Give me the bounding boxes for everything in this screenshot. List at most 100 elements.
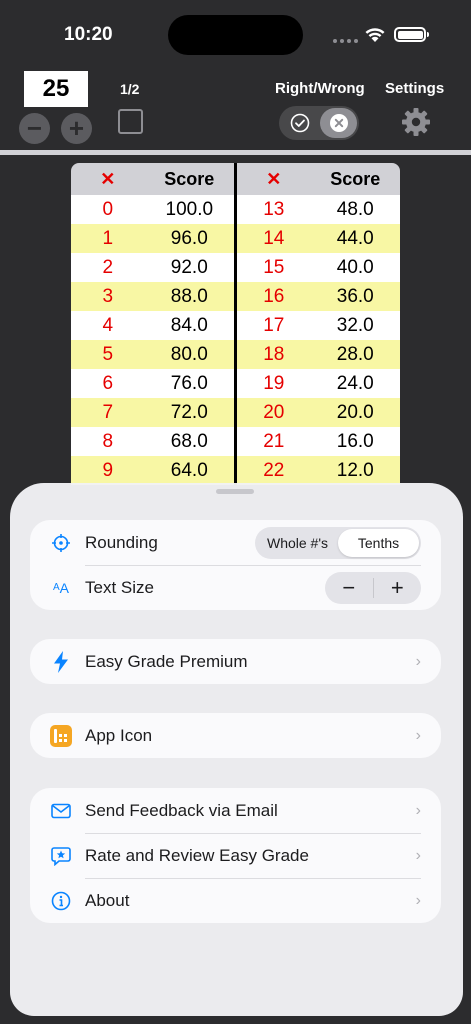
table-row: 4 84.0 17 32.0 bbox=[71, 311, 400, 340]
sheet-grabber[interactable] bbox=[216, 489, 254, 494]
score-cell: 20.0 bbox=[336, 401, 374, 423]
wrong-count-cell: 2 bbox=[102, 256, 114, 278]
premium-row[interactable]: Easy Grade Premium › bbox=[30, 639, 441, 684]
text-size-stepper[interactable]: − + bbox=[325, 571, 422, 604]
table-row: 3 88.0 16 36.0 bbox=[71, 282, 400, 311]
chevron-right-icon: › bbox=[415, 652, 421, 670]
settings-label: Settings bbox=[385, 80, 445, 97]
score-cell: 16.0 bbox=[336, 430, 374, 452]
signal-dots-icon bbox=[333, 39, 358, 43]
wrong-count-cell: 13 bbox=[263, 198, 285, 220]
score-cell: 48.0 bbox=[336, 198, 374, 220]
toolbar-divider bbox=[0, 150, 471, 155]
header-score-left: Score bbox=[164, 168, 215, 189]
wrong-option[interactable] bbox=[320, 108, 357, 138]
score-cell: 76.0 bbox=[170, 372, 208, 394]
rate-row[interactable]: Rate and Review Easy Grade › bbox=[30, 833, 441, 878]
wrong-count-cell: 15 bbox=[263, 256, 285, 278]
wrong-count-cell: 8 bbox=[102, 430, 114, 452]
table-header: ✕ Score ✕ Score bbox=[71, 163, 400, 195]
xmark-circle-icon bbox=[329, 114, 348, 132]
text-size-increase[interactable]: + bbox=[374, 572, 422, 604]
text-size-decrease[interactable]: − bbox=[325, 572, 373, 604]
rounding-segmented-control[interactable]: Whole #'s Tenths bbox=[255, 526, 421, 559]
chevron-right-icon: › bbox=[415, 726, 421, 744]
score-cell: 88.0 bbox=[170, 285, 208, 307]
right-wrong-toggle[interactable] bbox=[279, 106, 359, 140]
wrong-count-cell: 9 bbox=[102, 459, 114, 481]
wrong-count-cell: 19 bbox=[263, 372, 285, 394]
feedback-row[interactable]: Send Feedback via Email › bbox=[30, 788, 441, 833]
score-table: ✕ Score ✕ Score 0 100.0 13 48.0 1 96.0 14 44.0 2… bbox=[71, 163, 400, 485]
score-cell: 44.0 bbox=[336, 227, 374, 249]
bolt-icon bbox=[50, 650, 72, 673]
right-wrong-label: Right/Wrong bbox=[275, 80, 365, 97]
score-cell: 40.0 bbox=[336, 256, 374, 278]
settings-sheet: Rounding Whole #'s Tenths AA Text Size −… bbox=[10, 483, 463, 1016]
rounding-option-whole[interactable]: Whole #'s bbox=[257, 529, 338, 557]
wifi-icon bbox=[365, 28, 385, 42]
app-icon-row[interactable]: App Icon › bbox=[30, 713, 441, 758]
score-cell: 12.0 bbox=[336, 459, 374, 481]
chevron-right-icon: › bbox=[415, 846, 421, 864]
table-row: 7 72.0 20 20.0 bbox=[71, 398, 400, 427]
envelope-icon bbox=[50, 800, 72, 822]
wrong-count-cell: 22 bbox=[263, 459, 285, 481]
about-row[interactable]: About › bbox=[30, 878, 441, 923]
question-count[interactable]: 25 bbox=[24, 71, 88, 107]
score-cell: 36.0 bbox=[336, 285, 374, 307]
wrong-count-cell: 21 bbox=[263, 430, 285, 452]
score-cell: 68.0 bbox=[170, 430, 208, 452]
display-settings-group: Rounding Whole #'s Tenths AA Text Size −… bbox=[30, 520, 441, 610]
wrong-count-cell: 18 bbox=[263, 343, 285, 365]
header-score-right: Score bbox=[330, 168, 381, 189]
wrong-count-cell: 16 bbox=[263, 285, 285, 307]
checkmark-circle-icon bbox=[290, 113, 309, 133]
rate-label: Rate and Review Easy Grade bbox=[85, 845, 309, 865]
score-cell: 96.0 bbox=[170, 227, 208, 249]
app-icon-label: App Icon bbox=[85, 725, 153, 745]
table-row: 1 96.0 14 44.0 bbox=[71, 224, 400, 253]
rounding-row: Rounding Whole #'s Tenths bbox=[30, 520, 441, 565]
table-body: 0 100.0 13 48.0 1 96.0 14 44.0 2 92.0 15 40.0 3 88.0 1… bbox=[71, 195, 400, 485]
table-row: 9 64.0 22 12.0 bbox=[71, 456, 400, 485]
wrong-count-cell: 1 bbox=[102, 227, 114, 249]
support-group: Send Feedback via Email › Rate and Revie… bbox=[30, 788, 441, 923]
feedback-label: Send Feedback via Email bbox=[85, 800, 278, 820]
table-row: 6 76.0 19 24.0 bbox=[71, 369, 400, 398]
rounding-label: Rounding bbox=[85, 532, 158, 552]
score-cell: 64.0 bbox=[170, 459, 208, 481]
wrong-count-cell: 4 bbox=[102, 314, 114, 336]
right-option[interactable] bbox=[281, 108, 318, 138]
status-time: 10:20 bbox=[64, 24, 113, 45]
premium-label: Easy Grade Premium bbox=[85, 651, 248, 671]
score-cell: 80.0 bbox=[170, 343, 208, 365]
header-wrong-right: ✕ bbox=[266, 168, 282, 189]
text-size-icon: AA bbox=[52, 579, 69, 596]
page-indicator: 1/2 bbox=[120, 81, 140, 97]
table-row: 8 68.0 21 16.0 bbox=[71, 427, 400, 456]
score-cell: 100.0 bbox=[165, 198, 214, 220]
score-cell: 84.0 bbox=[170, 314, 208, 336]
gear-icon[interactable] bbox=[401, 107, 431, 137]
score-cell: 72.0 bbox=[170, 401, 208, 423]
page-checkbox[interactable] bbox=[118, 109, 143, 134]
premium-group: Easy Grade Premium › bbox=[30, 639, 441, 684]
score-cell: 24.0 bbox=[336, 372, 374, 394]
wrong-count-cell: 17 bbox=[263, 314, 285, 336]
score-cell: 92.0 bbox=[170, 256, 208, 278]
app-icon-thumbnail bbox=[50, 724, 72, 747]
info-icon bbox=[50, 890, 72, 912]
chevron-right-icon: › bbox=[415, 801, 421, 819]
dynamic-island bbox=[168, 15, 303, 55]
chevron-right-icon: › bbox=[415, 891, 421, 909]
increment-button[interactable]: + bbox=[61, 113, 92, 144]
decrement-button[interactable]: − bbox=[19, 113, 50, 144]
rounding-option-tenths[interactable]: Tenths bbox=[338, 528, 419, 557]
wrong-count-cell: 14 bbox=[263, 227, 285, 249]
wrong-count-cell: 20 bbox=[263, 401, 285, 423]
table-row: 2 92.0 15 40.0 bbox=[71, 253, 400, 282]
table-row: 5 80.0 18 28.0 bbox=[71, 340, 400, 369]
wrong-count-cell: 5 bbox=[102, 343, 114, 365]
table-row: 0 100.0 13 48.0 bbox=[71, 195, 400, 224]
